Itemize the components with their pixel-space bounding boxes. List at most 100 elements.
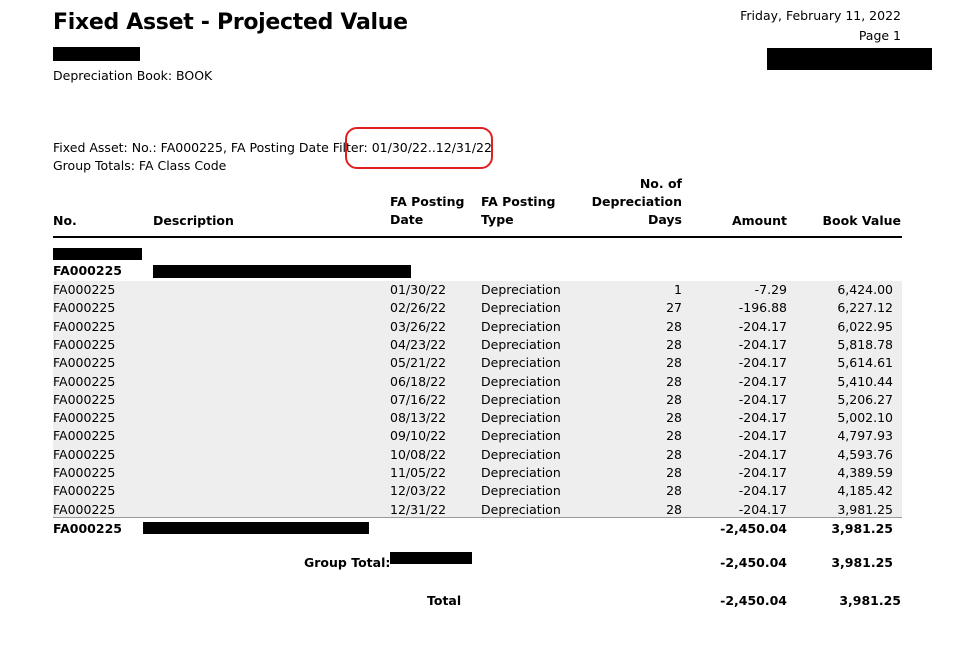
cell-amount: -204.17 (738, 446, 787, 462)
report-date: Friday, February 11, 2022 (740, 8, 901, 23)
cell-days: 28 (666, 318, 682, 334)
cell-no: FA000225 (53, 373, 116, 389)
cell-date: 10/08/22 (390, 446, 447, 462)
cell-days: 28 (666, 428, 682, 444)
cell-book-value: 5,818.78 (837, 336, 893, 352)
cell-date: 04/23/22 (390, 336, 447, 352)
cell-date: 12/31/22 (390, 501, 447, 517)
cell-type: Depreciation (481, 483, 561, 499)
cell-book-value: 5,614.61 (837, 355, 893, 371)
cell-date: 08/13/22 (390, 410, 447, 426)
cell-no: FA000225 (53, 282, 116, 297)
table-row: FA000225 04/23/22 Depreciation 28 -204.17 5,8… (0, 336, 958, 354)
table-row: FA000225 12/03/22 Depreciation 28 -204.17 4,1… (0, 482, 958, 500)
cell-no: FA000225 (53, 410, 116, 426)
redacted-user (767, 48, 932, 70)
cell-type: Depreciation (481, 410, 561, 426)
col-description: Description (153, 213, 234, 228)
table-row: FA000225 01/30/22 Depreciation 1 -7.29 6,424.… (0, 281, 958, 299)
cell-days: 28 (666, 336, 682, 352)
table-row: FA000225 05/21/22 Depreciation 28 -204.17 5,6… (0, 354, 958, 372)
table-row: FA000225 03/26/22 Depreciation 28 -204.17 6,0… (0, 318, 958, 336)
cell-days: 28 (666, 355, 682, 371)
cell-type: Depreciation (481, 428, 561, 444)
table-row: FA000225 06/18/22 Depreciation 28 -204.17 5,4… (0, 373, 958, 391)
grand-total-amount: -2,450.04 (720, 593, 787, 608)
cell-type: Depreciation (481, 391, 561, 407)
asset-total-amount: -2,450.04 (720, 521, 787, 536)
cell-no: FA000225 (53, 300, 116, 316)
redacted-company (53, 47, 140, 61)
cell-type: Depreciation (481, 465, 561, 480)
cell-days: 28 (666, 410, 682, 426)
redacted-group-code (390, 552, 472, 564)
cell-no: FA000225 (53, 465, 116, 480)
cell-days: 27 (666, 300, 682, 316)
cell-type: Depreciation (481, 373, 561, 389)
group-total-amount: -2,450.04 (720, 555, 787, 570)
page-number: Page 1 (858, 28, 901, 43)
cell-book-value: 4,389.59 (837, 465, 893, 480)
cell-type: Depreciation (481, 318, 561, 334)
cell-days: 28 (666, 446, 682, 462)
grand-total-label: Total (427, 593, 462, 608)
table-row: FA000225 09/10/22 Depreciation 28 -204.17 4,7… (0, 427, 958, 445)
col-depreciation-days: No. of Depreciation Days (591, 176, 682, 227)
cell-no: FA000225 (53, 318, 116, 334)
cell-no: FA000225 (53, 336, 116, 352)
cell-amount: -204.17 (738, 483, 787, 499)
cell-amount: -204.17 (738, 318, 787, 334)
cell-amount: -204.17 (738, 501, 787, 517)
cell-amount: -204.17 (738, 336, 787, 352)
total-rule (53, 517, 902, 518)
report-title: Fixed Asset - Projected Value (53, 10, 408, 35)
group-total-book-value: 3,981.25 (831, 555, 893, 570)
cell-no: FA000225 (53, 446, 116, 462)
cell-date: 03/26/22 (390, 318, 447, 334)
cell-book-value: 4,593.76 (837, 446, 893, 462)
cell-date: 12/03/22 (390, 483, 447, 499)
cell-book-value: 5,206.27 (837, 391, 893, 407)
cell-date: 07/16/22 (390, 391, 447, 407)
cell-book-value: 4,797.93 (837, 428, 893, 444)
cell-type: Depreciation (481, 355, 561, 371)
asset-total-no: FA000225 (53, 521, 122, 536)
cell-book-value: 3,981.25 (837, 501, 893, 517)
cell-type: Depreciation (481, 300, 561, 316)
table-row: FA000225 11/05/22 Depreciation 28 -204.17 4,3… (0, 464, 958, 482)
cell-amount: -204.17 (738, 465, 787, 480)
redacted-class-code (53, 248, 142, 260)
table-row: FA000225 07/16/22 Depreciation 28 -204.17 5,2… (0, 391, 958, 409)
table-row: FA000225 10/08/22 Depreciation 28 -204.17 4,5… (0, 446, 958, 464)
cell-no: FA000225 (53, 483, 116, 499)
header-rule (53, 236, 902, 238)
cell-type: Depreciation (481, 336, 561, 352)
cell-days: 28 (666, 483, 682, 499)
cell-no: FA000225 (53, 355, 116, 371)
col-no: No. (53, 213, 77, 228)
cell-no: FA000225 (53, 501, 116, 517)
cell-amount: -204.17 (738, 410, 787, 426)
cell-book-value: 4,185.42 (837, 483, 893, 499)
redacted-asset-total-description (143, 522, 369, 534)
cell-amount: -7.29 (754, 282, 787, 297)
cell-amount: -196.88 (738, 300, 787, 316)
cell-date: 02/26/22 (390, 300, 447, 316)
grand-total-row: Total -2,450.04 3,981.25 (0, 592, 958, 610)
cell-book-value: 6,227.12 (837, 300, 893, 316)
cell-days: 1 (674, 282, 682, 297)
cell-days: 28 (666, 391, 682, 407)
depreciation-book: Depreciation Book: BOOK (53, 68, 213, 83)
cell-type: Depreciation (481, 501, 561, 517)
cell-amount: -204.17 (738, 391, 787, 407)
highlight-circle (345, 127, 493, 169)
col-fa-posting-type: FA Posting Type (481, 194, 556, 227)
cell-type: Depreciation (481, 282, 561, 297)
cell-date: 05/21/22 (390, 355, 447, 371)
grand-total-book-value: 3,981.25 (839, 593, 901, 608)
cell-book-value: 5,410.44 (837, 373, 893, 389)
col-book-value: Book Value (822, 213, 901, 228)
cell-amount: -204.17 (738, 355, 787, 371)
cell-no: FA000225 (53, 428, 116, 444)
cell-book-value: 6,424.00 (837, 282, 893, 297)
